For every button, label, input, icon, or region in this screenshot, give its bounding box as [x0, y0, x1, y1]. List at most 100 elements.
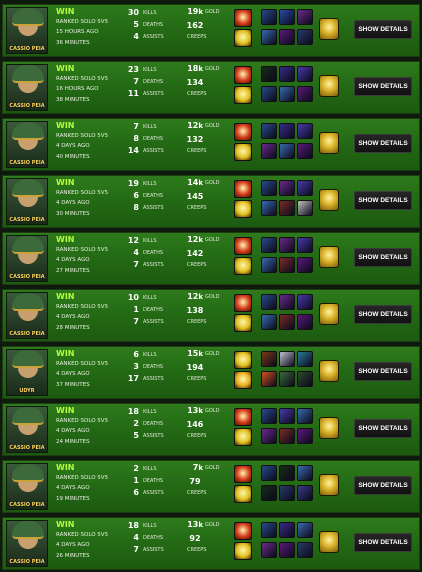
show-details-button[interactable]: SHOW DETAILS	[354, 134, 412, 153]
item-icon[interactable]	[297, 522, 313, 538]
item-icon[interactable]	[261, 542, 277, 558]
item-icon[interactable]	[297, 200, 313, 216]
item-icon[interactable]	[297, 66, 313, 82]
item-icon[interactable]	[297, 465, 313, 481]
summoner-spell-icon[interactable]	[234, 200, 252, 218]
item-icon[interactable]	[261, 428, 277, 444]
item-icon[interactable]	[297, 314, 313, 330]
summoner-spell-icon[interactable]	[234, 351, 252, 369]
item-icon[interactable]	[297, 294, 313, 310]
item-icon[interactable]	[279, 408, 295, 424]
summoner-spell-icon[interactable]	[234, 29, 252, 47]
summoner-spell-icon[interactable]	[234, 314, 252, 332]
item-icon[interactable]	[279, 542, 295, 558]
summoner-spell-icon[interactable]	[234, 408, 252, 426]
item-icon[interactable]	[261, 371, 277, 387]
item-icon[interactable]	[279, 465, 295, 481]
item-icon[interactable]	[297, 9, 313, 25]
show-details-button[interactable]: SHOW DETAILS	[354, 20, 412, 39]
champion-portrait[interactable]: CASSIO PEIA	[6, 64, 48, 111]
item-icon[interactable]	[279, 522, 295, 538]
champion-portrait[interactable]: UDYR	[6, 349, 48, 396]
item-icon[interactable]	[297, 371, 313, 387]
champion-portrait[interactable]: CASSIO PEIA	[6, 235, 48, 282]
item-icon[interactable]	[279, 9, 295, 25]
summoner-spell-icon[interactable]	[234, 66, 252, 84]
show-details-button[interactable]: SHOW DETAILS	[354, 305, 412, 324]
summoner-spell-icon[interactable]	[234, 428, 252, 446]
summoner-spell-icon[interactable]	[234, 9, 252, 27]
champion-portrait[interactable]: CASSIO PEIA	[6, 178, 48, 225]
item-icon[interactable]	[297, 428, 313, 444]
champion-portrait[interactable]: CASSIO PEIA	[6, 292, 48, 339]
item-icon[interactable]	[279, 314, 295, 330]
show-details-button[interactable]: SHOW DETAILS	[354, 419, 412, 438]
item-icon[interactable]	[261, 237, 277, 253]
item-icon[interactable]	[261, 86, 277, 102]
champion-portrait[interactable]: CASSIO PEIA	[6, 520, 48, 567]
item-icon[interactable]	[261, 257, 277, 273]
item-icon[interactable]	[279, 123, 295, 139]
show-details-button[interactable]: SHOW DETAILS	[354, 533, 412, 552]
item-icon[interactable]	[297, 237, 313, 253]
item-icon[interactable]	[297, 143, 313, 159]
trinket-icon[interactable]	[319, 360, 339, 382]
item-icon[interactable]	[279, 351, 295, 367]
summoner-spell-icon[interactable]	[234, 294, 252, 312]
champion-portrait[interactable]: CASSIO PEIA	[6, 121, 48, 168]
champion-portrait[interactable]: CASSIO PEIA	[6, 406, 48, 453]
item-icon[interactable]	[261, 123, 277, 139]
summoner-spell-icon[interactable]	[234, 86, 252, 104]
item-icon[interactable]	[261, 351, 277, 367]
item-icon[interactable]	[297, 485, 313, 501]
item-icon[interactable]	[261, 314, 277, 330]
item-icon[interactable]	[261, 29, 277, 45]
summoner-spell-icon[interactable]	[234, 237, 252, 255]
item-icon[interactable]	[261, 485, 277, 501]
item-icon[interactable]	[261, 522, 277, 538]
trinket-icon[interactable]	[319, 474, 339, 496]
item-icon[interactable]	[279, 294, 295, 310]
item-icon[interactable]	[279, 86, 295, 102]
item-icon[interactable]	[297, 542, 313, 558]
trinket-icon[interactable]	[319, 531, 339, 553]
item-icon[interactable]	[261, 294, 277, 310]
show-details-button[interactable]: SHOW DETAILS	[354, 476, 412, 495]
summoner-spell-icon[interactable]	[234, 123, 252, 141]
summoner-spell-icon[interactable]	[234, 522, 252, 540]
summoner-spell-icon[interactable]	[234, 257, 252, 275]
trinket-icon[interactable]	[319, 75, 339, 97]
item-icon[interactable]	[261, 408, 277, 424]
item-icon[interactable]	[297, 86, 313, 102]
item-icon[interactable]	[279, 143, 295, 159]
item-icon[interactable]	[279, 257, 295, 273]
show-details-button[interactable]: SHOW DETAILS	[354, 191, 412, 210]
item-icon[interactable]	[279, 237, 295, 253]
item-icon[interactable]	[261, 180, 277, 196]
summoner-spell-icon[interactable]	[234, 143, 252, 161]
item-icon[interactable]	[297, 408, 313, 424]
show-details-button[interactable]: SHOW DETAILS	[354, 248, 412, 267]
show-details-button[interactable]: SHOW DETAILS	[354, 77, 412, 96]
item-icon[interactable]	[279, 200, 295, 216]
champion-portrait[interactable]: CASSIO PEIA	[6, 463, 48, 510]
item-icon[interactable]	[261, 9, 277, 25]
item-icon[interactable]	[297, 180, 313, 196]
summoner-spell-icon[interactable]	[234, 180, 252, 198]
trinket-icon[interactable]	[319, 18, 339, 40]
show-details-button[interactable]: SHOW DETAILS	[354, 362, 412, 381]
item-icon[interactable]	[261, 200, 277, 216]
summoner-spell-icon[interactable]	[234, 542, 252, 560]
item-icon[interactable]	[297, 257, 313, 273]
item-icon[interactable]	[279, 180, 295, 196]
item-icon[interactable]	[261, 465, 277, 481]
item-icon[interactable]	[261, 66, 277, 82]
summoner-spell-icon[interactable]	[234, 371, 252, 389]
trinket-icon[interactable]	[319, 246, 339, 268]
summoner-spell-icon[interactable]	[234, 465, 252, 483]
trinket-icon[interactable]	[319, 303, 339, 325]
item-icon[interactable]	[279, 371, 295, 387]
item-icon[interactable]	[279, 428, 295, 444]
item-icon[interactable]	[261, 143, 277, 159]
trinket-icon[interactable]	[319, 417, 339, 439]
